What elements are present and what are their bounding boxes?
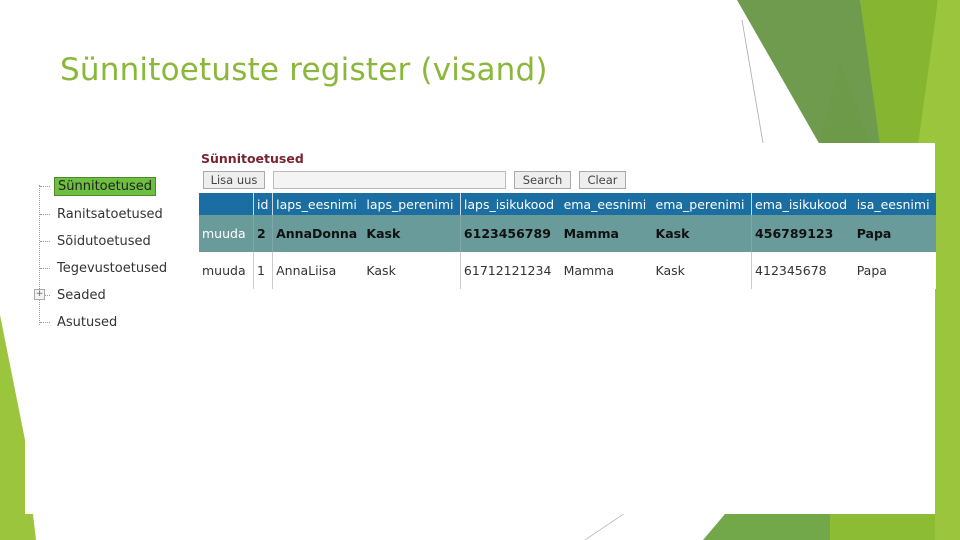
- table-row-selected[interactable]: muuda 2 AnnaDonna Kask 6123456789 Mamma …: [199, 215, 936, 252]
- column-header-ema-perenimi[interactable]: ema_perenimi: [652, 193, 753, 215]
- tree-item-label: Tegevustoetused: [57, 260, 168, 276]
- cell-isa-eesnimi: Papa: [853, 215, 936, 252]
- search-button[interactable]: Search: [514, 171, 571, 189]
- deco-shape-bottom-mid: [830, 514, 935, 540]
- cell-ema-perenimi: Kask: [652, 252, 753, 289]
- app-screenshot: Sünnitoetused Ranitsatoetused Sõidutoetu…: [25, 143, 936, 514]
- cell-ema-perenimi: Kask: [652, 215, 753, 252]
- tree-item-label: Asutused: [57, 314, 118, 330]
- tree-item-label: Ranitsatoetused: [57, 206, 163, 222]
- cell-laps-isikukood: 61712121234: [460, 252, 561, 289]
- add-new-button[interactable]: Lisa uus: [203, 171, 265, 189]
- cell-laps-isikukood: 6123456789: [460, 215, 561, 252]
- cell-laps-eesnimi: AnnaLiisa: [272, 252, 364, 289]
- edit-link[interactable]: muuda: [199, 215, 254, 252]
- section-heading: Sünnitoetused: [201, 151, 304, 166]
- table-header-row: id laps_eesnimi laps_perenimi laps_isiku…: [199, 193, 936, 215]
- column-header-actions: [199, 193, 254, 215]
- tree-item-label: Seaded: [57, 287, 106, 303]
- column-header-laps-isikukood[interactable]: laps_isikukood: [460, 193, 561, 215]
- clear-button[interactable]: Clear: [579, 171, 626, 189]
- cell-ema-eesnimi: Mamma: [560, 215, 653, 252]
- tree-item-label: Sünnitoetused: [54, 176, 156, 196]
- cell-id: 2: [253, 215, 274, 252]
- cell-isa-eesnimi: Papa: [853, 252, 936, 289]
- cell-ema-isikukood: 456789123: [751, 215, 854, 252]
- data-table: id laps_eesnimi laps_perenimi laps_isiku…: [199, 193, 936, 289]
- tree-item-label: Sõidutoetused: [57, 233, 151, 249]
- tree-branch-line: [40, 267, 50, 269]
- tree-item-synnitoetused[interactable]: Sünnitoetused: [35, 175, 156, 197]
- deco-shape-bottom-dark: [703, 514, 830, 540]
- column-header-laps-eesnimi[interactable]: laps_eesnimi: [272, 193, 364, 215]
- cell-ema-isikukood: 412345678: [751, 252, 854, 289]
- tree-item-tegevustoetused[interactable]: Tegevustoetused: [35, 257, 170, 279]
- column-header-ema-isikukood[interactable]: ema_isikukood: [751, 193, 854, 215]
- tree-item-soidutoetused[interactable]: Sõidutoetused: [35, 230, 154, 252]
- column-header-id[interactable]: id: [253, 193, 274, 215]
- tree-item-ranitsatoetused[interactable]: Ranitsatoetused: [35, 203, 166, 225]
- column-header-ema-eesnimi[interactable]: ema_eesnimi: [560, 193, 653, 215]
- tree-branch-line: [40, 321, 50, 323]
- toolbar: Lisa uus Search Clear: [201, 171, 931, 191]
- tree-item-seaded[interactable]: + Seaded: [34, 284, 109, 306]
- column-header-laps-perenimi[interactable]: laps_perenimi: [363, 193, 461, 215]
- tree-item-asutused[interactable]: Asutused: [35, 311, 120, 333]
- cell-laps-perenimi: Kask: [363, 215, 461, 252]
- expand-plus-icon[interactable]: +: [34, 289, 45, 300]
- table-row[interactable]: muuda 1 AnnaLiisa Kask 61712121234 Mamma…: [199, 252, 936, 289]
- tree-branch-line: [40, 185, 50, 187]
- cell-laps-eesnimi: AnnaDonna: [272, 215, 364, 252]
- cell-id: 1: [253, 252, 274, 289]
- search-input[interactable]: [273, 171, 506, 189]
- slide-title: Sünnitoetuste register (visand): [60, 52, 548, 88]
- tree-branch-line: [40, 213, 50, 215]
- cell-ema-eesnimi: Mamma: [560, 252, 653, 289]
- cell-laps-perenimi: Kask: [363, 252, 461, 289]
- nav-tree: Sünnitoetused Ranitsatoetused Sõidutoetu…: [34, 175, 185, 335]
- tree-branch-line: [40, 240, 50, 242]
- edit-link[interactable]: muuda: [199, 252, 254, 289]
- deco-line-bottom: [584, 512, 626, 540]
- column-header-isa-eesnimi[interactable]: isa_eesnimi: [853, 193, 936, 215]
